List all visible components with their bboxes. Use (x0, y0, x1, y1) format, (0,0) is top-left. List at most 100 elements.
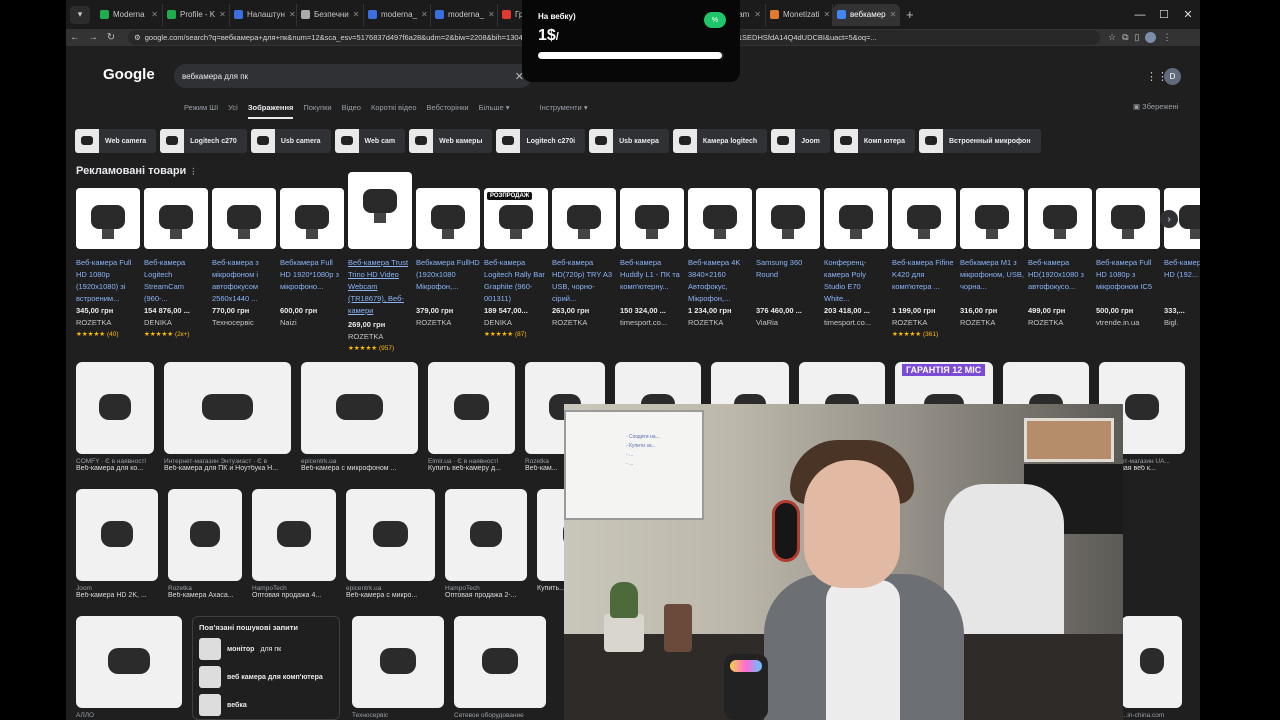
product-card[interactable]: Веб-камера HD(720p) TRY A3 USB, чорно-сі… (552, 188, 616, 371)
tab-search-icon[interactable]: ▾ (70, 5, 90, 24)
result-image[interactable] (168, 489, 242, 581)
product-name[interactable]: Веб-камера Full HD (192... (1164, 257, 1200, 305)
product-image[interactable] (212, 188, 276, 249)
search-tab[interactable]: Покупки (303, 103, 331, 119)
product-image[interactable] (824, 188, 888, 249)
result-image[interactable] (76, 362, 154, 454)
product-image[interactable] (960, 188, 1024, 249)
image-result[interactable]: Elmir.ua · Є в наявності Купить веб-камер… (428, 362, 515, 472)
close-tab-icon[interactable]: ✕ (289, 10, 296, 19)
forward-icon[interactable]: → (84, 32, 102, 43)
google-logo[interactable]: Google (103, 66, 155, 83)
product-card[interactable]: Веб-камера Huddly L1 - ПК та комп'ютерну… (620, 188, 684, 371)
product-name[interactable]: Веб-камера з мікрофоном і автофокусом 25… (212, 257, 276, 305)
image-result[interactable]: HampoTech Оптовая продажа 4... (252, 489, 336, 599)
image-result[interactable]: Rozetka Веб-камера Ахаса... (168, 489, 242, 599)
close-tab-icon[interactable]: ✕ (823, 10, 830, 19)
product-card[interactable]: Веб-камера Full HD 1080p з мікрофоном IC… (1096, 188, 1160, 371)
result-image[interactable] (428, 362, 515, 454)
product-name[interactable]: Веб-камера Full HD 1080p з мікрофоном IC… (1096, 257, 1160, 305)
browser-tab[interactable]: вебкамер ✕ (833, 3, 900, 26)
result-image[interactable] (301, 362, 418, 454)
product-name[interactable]: Вебкамера FullHD (1920x1080 Мікрофон,... (416, 257, 480, 305)
search-tab[interactable]: Вебсторінки (427, 103, 469, 119)
image-result[interactable]: АЛЛО (76, 616, 182, 719)
product-card[interactable]: Веб-камера Logitech StreamCam (960-... 15… (144, 188, 208, 371)
image-result[interactable]: epicentrk.ua Веб-камера с микрофоном ... (301, 362, 418, 472)
product-name[interactable]: Веб-камера Logitech Rally Bar Graphite (… (484, 257, 548, 305)
close-tab-icon[interactable]: ✕ (151, 10, 158, 19)
image-result[interactable]: Joom Веб-камера HD 2K, ... (76, 489, 158, 599)
product-image[interactable] (348, 172, 412, 249)
close-tab-icon[interactable]: ✕ (754, 10, 761, 19)
suggestion-chip[interactable]: Usb camera (250, 129, 331, 153)
close-tab-icon[interactable]: ✕ (353, 10, 360, 19)
search-tab[interactable]: Відео (342, 103, 361, 119)
product-card[interactable]: Веб-камера з мікрофоном і автофокусом 25… (212, 188, 276, 371)
product-name[interactable]: Веб-камера 4K 3840×2160 Автофокус, Мікро… (688, 257, 752, 305)
product-image[interactable] (620, 188, 684, 249)
sidepanel-icon[interactable]: ▯ (1135, 32, 1140, 43)
product-image[interactable] (1028, 188, 1092, 249)
result-image[interactable] (445, 489, 527, 581)
maximize-button[interactable]: ☐ (1152, 8, 1176, 21)
suggestion-chip[interactable]: Web камеры (409, 129, 493, 153)
result-image[interactable] (1122, 616, 1182, 708)
product-card[interactable]: Конференц-камера Poly Studio E70 White..… (824, 188, 888, 371)
bookmark-star-icon[interactable]: ☆ (1108, 32, 1116, 43)
suggestion-chip[interactable]: Web camera (75, 129, 157, 153)
result-image[interactable] (346, 489, 435, 581)
browser-menu-icon[interactable]: ⋮ (1162, 32, 1171, 43)
browser-tab[interactable]: moderna_ ✕ (364, 3, 431, 26)
image-result[interactable]: COMFY · Є в наявності Веб-камера для ко..… (76, 362, 154, 472)
related-search-item[interactable]: вебка (199, 694, 333, 716)
product-image[interactable] (892, 188, 956, 249)
product-card[interactable]: Вебкамера FullHD (1920x1080 Мікрофон,...… (416, 188, 480, 371)
back-icon[interactable]: ← (66, 32, 84, 43)
image-result[interactable]: Интернет-магазин Энтузиаст · Є в Веб-каме… (164, 362, 291, 472)
product-name[interactable]: Вебкамера Full HD 1920*1080p з мікрофоно… (280, 257, 344, 305)
product-card[interactable]: Веб-камера Fifine K420 для комп'ютера ..… (892, 188, 956, 371)
search-tab[interactable]: Більше ▾ (479, 103, 510, 119)
profile-avatar[interactable] (1145, 32, 1157, 43)
suggestion-chip[interactable]: Joom (771, 129, 830, 153)
browser-tab[interactable]: Налаштун ✕ (230, 3, 297, 26)
product-card[interactable]: Веб-камера Logitech Rally Bar Graphite (… (484, 188, 548, 371)
result-image[interactable] (352, 616, 444, 708)
minimize-button[interactable]: — (1128, 9, 1152, 21)
product-name[interactable]: Конференц-камера Poly Studio E70 White..… (824, 257, 888, 305)
browser-tab[interactable]: moderna_ ✕ (431, 3, 498, 26)
product-card[interactable]: Веб-камера HD(1920x1080 з автофокусо... 4… (1028, 188, 1092, 371)
saved-link[interactable]: ▣ Збережені (1133, 102, 1178, 111)
product-name[interactable]: Веб-камера Full HD 1080p (1920x1080) зі … (76, 257, 140, 305)
search-tab[interactable]: Усі (228, 103, 238, 119)
account-avatar[interactable]: D (1164, 68, 1181, 85)
related-search-item[interactable]: веб камера для комп'ютера (199, 666, 333, 688)
new-tab-button[interactable]: + (906, 7, 914, 22)
browser-tab[interactable]: Безпечни ✕ (297, 3, 364, 26)
search-box[interactable]: вебкамера для пк ✕ (174, 64, 532, 88)
product-card[interactable]: Samsung 360 Round 376 460,00 ... ViaRia (756, 188, 820, 371)
image-result[interactable]: ...in-china.com (1122, 616, 1182, 719)
search-tab[interactable]: Зображення (247, 103, 294, 119)
result-image[interactable] (454, 616, 546, 708)
suggestion-chip[interactable]: Камера logitech (672, 129, 768, 153)
image-result[interactable]: Сетевое оборудование (454, 616, 546, 719)
product-name[interactable]: Веб-камера Logitech StreamCam (960-... (144, 257, 208, 305)
close-tab-icon[interactable]: ✕ (890, 10, 897, 19)
product-image[interactable] (756, 188, 820, 249)
suggestion-chip[interactable]: Logitech c270 (160, 129, 247, 153)
close-window-button[interactable]: ✕ (1176, 8, 1200, 21)
product-card[interactable]: Вебкамера M1 з мікрофоном, USB, чорна...… (960, 188, 1024, 371)
extensions-icon[interactable]: ⧉ (1122, 32, 1128, 43)
search-tab[interactable]: Режим ШІ (184, 103, 218, 119)
suggestion-chip[interactable]: Usb камера (589, 129, 669, 153)
product-name[interactable]: Веб-камера HD(1920x1080 з автофокусо... (1028, 257, 1092, 305)
search-tab[interactable]: Інструменти ▾ (539, 103, 587, 119)
suggestion-chip[interactable]: Logitech c270i (496, 129, 586, 153)
image-result[interactable]: Техносервіс (352, 616, 444, 719)
browser-tab[interactable]: Profile - K ✕ (163, 3, 230, 26)
product-image[interactable] (144, 188, 208, 249)
search-input[interactable]: вебкамера для пк (182, 72, 248, 81)
product-image[interactable] (76, 188, 140, 249)
